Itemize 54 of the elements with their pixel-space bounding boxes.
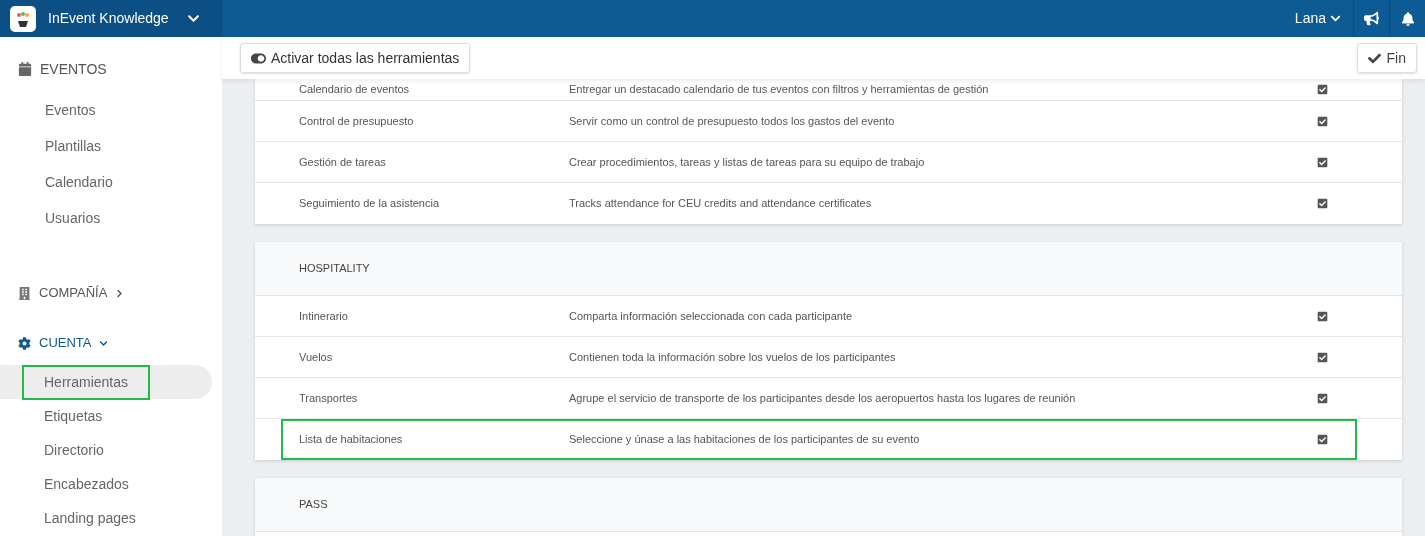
tool-description: Tracks attendance for CEU credits and attendance certificates bbox=[569, 196, 873, 212]
tool-name: Lista de habitaciones bbox=[298, 432, 404, 448]
tool-name: Calendario de eventos bbox=[298, 82, 411, 98]
tool-name: Seguimiento de la asistencia bbox=[298, 196, 441, 212]
chevron-down-icon bbox=[99, 338, 109, 348]
activate-all-button[interactable]: Activar todas las herramientas bbox=[240, 43, 471, 73]
settings-icon bbox=[18, 336, 31, 350]
sidebar-item[interactable]: Etiquetas bbox=[0, 399, 212, 433]
chevron-down-icon bbox=[1330, 13, 1341, 24]
logo-icon bbox=[10, 5, 36, 32]
section-header[interactable]: COMPAÑÍA bbox=[0, 281, 222, 305]
section-label: CUENTA bbox=[39, 334, 92, 353]
tool-checkbox[interactable] bbox=[1317, 156, 1329, 168]
tool-checkbox[interactable] bbox=[1317, 392, 1329, 404]
done-button[interactable]: Fin bbox=[1356, 43, 1417, 73]
check-icon bbox=[1367, 51, 1381, 65]
sidebar-item[interactable]: Directorio bbox=[0, 433, 212, 467]
sidebar-item[interactable]: Calendario bbox=[0, 164, 212, 200]
tool-description: Entregar un destacado calendario de tus eventos con filtros y herramientas de gestión bbox=[569, 82, 990, 98]
tool-description: Servir como un control de presupuesto todos los gastos del evento bbox=[569, 113, 896, 129]
section-heading: HOSPITALITY bbox=[299, 261, 370, 277]
sidebar-item[interactable]: Usuarios bbox=[0, 200, 212, 236]
sidebar-item[interactable]: Eventos bbox=[0, 92, 212, 128]
tool-description: Comparta información seleccionada con cada participante bbox=[569, 308, 854, 324]
section-label: COMPAÑÍA bbox=[39, 284, 108, 303]
tool-description: Contienen toda la información sobre los vuelos de los participantes bbox=[569, 349, 897, 365]
building-icon bbox=[18, 286, 31, 300]
tool-checkbox[interactable] bbox=[1317, 351, 1329, 363]
tool-checkbox[interactable] bbox=[1317, 84, 1329, 95]
tool-checkbox[interactable] bbox=[1317, 115, 1329, 127]
sidebar-item[interactable]: Landing pages bbox=[0, 501, 212, 535]
tool-name: Vuelos bbox=[298, 349, 334, 365]
section-header[interactable]: EVENTOS bbox=[0, 57, 222, 81]
tool-name: Gestión de tareas bbox=[298, 154, 387, 170]
tool-checkbox[interactable] bbox=[1317, 434, 1329, 445]
user-menu[interactable]: Lana bbox=[1282, 8, 1353, 29]
sidebar-item[interactable]: Herramientas bbox=[0, 365, 212, 399]
calendar-icon bbox=[18, 62, 32, 76]
tool-checkbox[interactable] bbox=[1317, 310, 1329, 322]
chevron-down-icon[interactable] bbox=[187, 12, 200, 25]
tool-name: Intinerario bbox=[298, 308, 349, 324]
tool-description: Crear procedimientos, tareas y listas de tareas para su equipo de trabajo bbox=[569, 154, 926, 170]
tool-name: Control de presupuesto bbox=[298, 113, 415, 129]
tool-description: Agrupe el servicio de transporte de los participantes desde los aeropuertos hasta los lugares de reunión bbox=[569, 390, 1077, 406]
section-header[interactable]: CUENTA bbox=[0, 331, 222, 355]
sidebar-item[interactable]: Plantillas bbox=[0, 128, 212, 164]
app-title: InEvent Knowledge bbox=[48, 9, 169, 28]
chevron-right-icon bbox=[115, 288, 125, 298]
sidebar-item[interactable]: Encabezados bbox=[0, 467, 212, 501]
section-heading: PASS bbox=[299, 497, 328, 513]
section-label: EVENTOS bbox=[40, 59, 107, 79]
tool-name: Transportes bbox=[298, 390, 359, 406]
tool-checkbox[interactable] bbox=[1317, 198, 1329, 209]
tool-description: Seleccione y únase a las habitaciones de los participantes de su evento bbox=[569, 432, 921, 448]
